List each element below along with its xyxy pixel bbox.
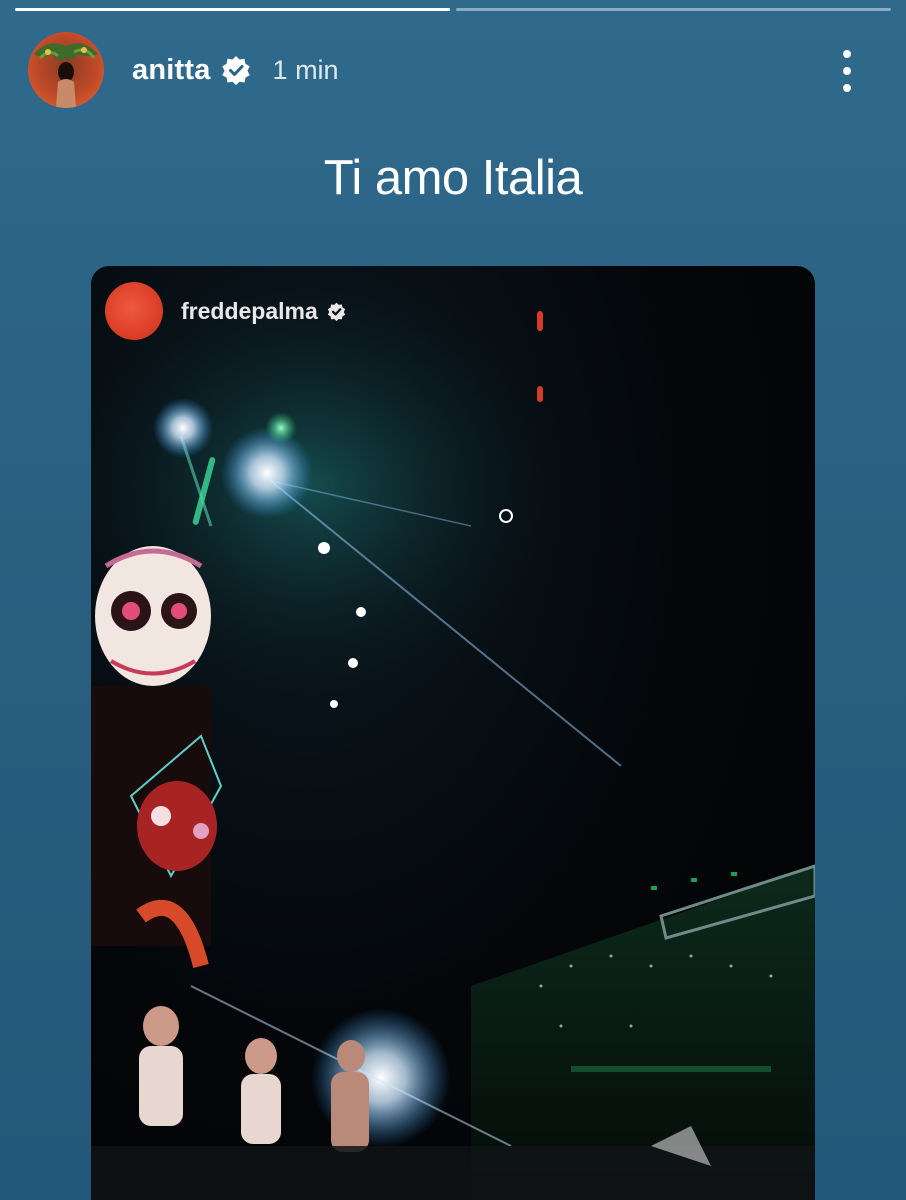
post-time: 1 min [272,54,339,85]
verified-badge-icon [221,55,251,85]
progress-segment-1 [15,8,450,11]
shared-post-header: freddepalma [105,282,346,340]
skull-mask [91,546,223,968]
shared-post-username[interactable]: freddepalma [181,298,318,325]
shared-post-card[interactable]: freddepalma [91,266,815,1200]
story-progress-bar [15,8,891,12]
username[interactable]: anitta [132,54,211,87]
more-vertical-icon[interactable] [834,50,860,92]
concert-video-thumbnail [91,266,815,1200]
story-caption: Ti amo Italia [323,151,583,205]
story-header: anitta 1 min [28,30,878,110]
shared-post-avatar[interactable] [105,282,163,340]
avatar[interactable] [28,32,104,108]
progress-segment-2 [456,8,891,11]
verified-badge-icon [327,302,346,321]
